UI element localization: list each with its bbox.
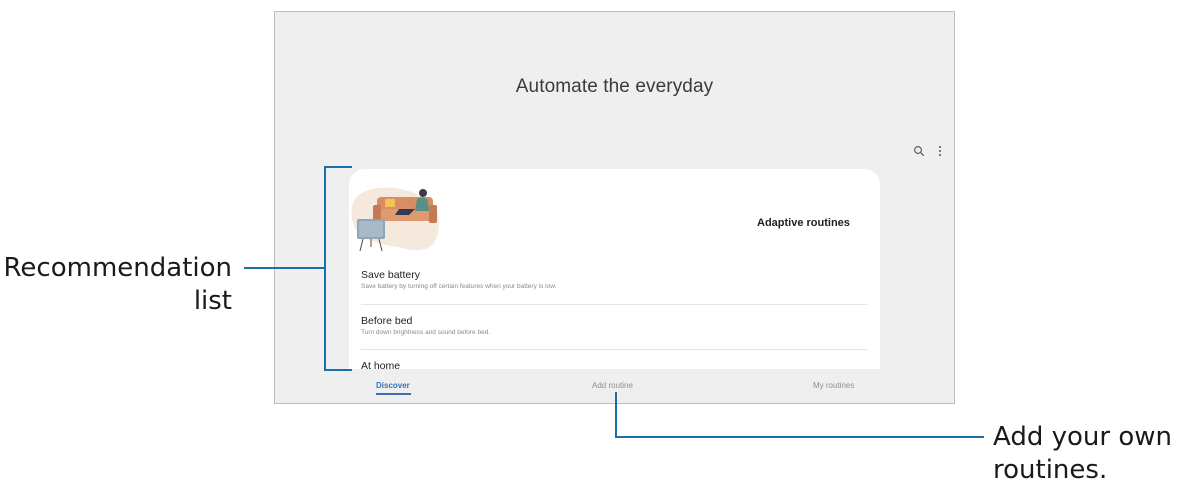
list-item-title: Save battery bbox=[361, 269, 420, 281]
list-item-at-home[interactable]: At home bbox=[361, 360, 867, 369]
more-options-icon[interactable] bbox=[937, 144, 943, 158]
add-routine-callout: Add your own routines. bbox=[993, 422, 1172, 485]
list-item-title: Before bed bbox=[361, 315, 413, 327]
device-screen: Automate the everyday Adaptive routines … bbox=[274, 11, 955, 404]
tab-add-routine[interactable]: Add routine bbox=[592, 381, 633, 390]
list-item-title: At home bbox=[361, 360, 401, 369]
page: Automate the everyday Adaptive routines … bbox=[0, 0, 1179, 488]
list-item-subtitle: Save battery by turning off certain feat… bbox=[361, 283, 557, 290]
search-icon[interactable] bbox=[913, 145, 925, 157]
list-item-before-bed[interactable]: Before bed Turn down brightness and soun… bbox=[361, 315, 867, 337]
page-title: Automate the everyday bbox=[515, 76, 714, 97]
recommendation-list: Adaptive routines Save battery Save batt… bbox=[349, 169, 880, 369]
routine-illustration bbox=[351, 187, 439, 252]
divider bbox=[361, 304, 867, 305]
list-item-subtitle: Turn down brightness and sound before be… bbox=[361, 329, 491, 336]
tab-discover[interactable]: Discover bbox=[376, 381, 410, 390]
tab-discover-indicator bbox=[376, 393, 411, 395]
toolbar-icons bbox=[913, 143, 949, 159]
tab-my-routines[interactable]: My routines bbox=[813, 381, 854, 390]
recommendation-callout: Recommendation list bbox=[3, 253, 232, 316]
divider bbox=[361, 349, 867, 350]
card-heading: Adaptive routines bbox=[757, 217, 850, 229]
list-item-save-battery[interactable]: Save battery Save battery by turning off… bbox=[361, 269, 867, 291]
